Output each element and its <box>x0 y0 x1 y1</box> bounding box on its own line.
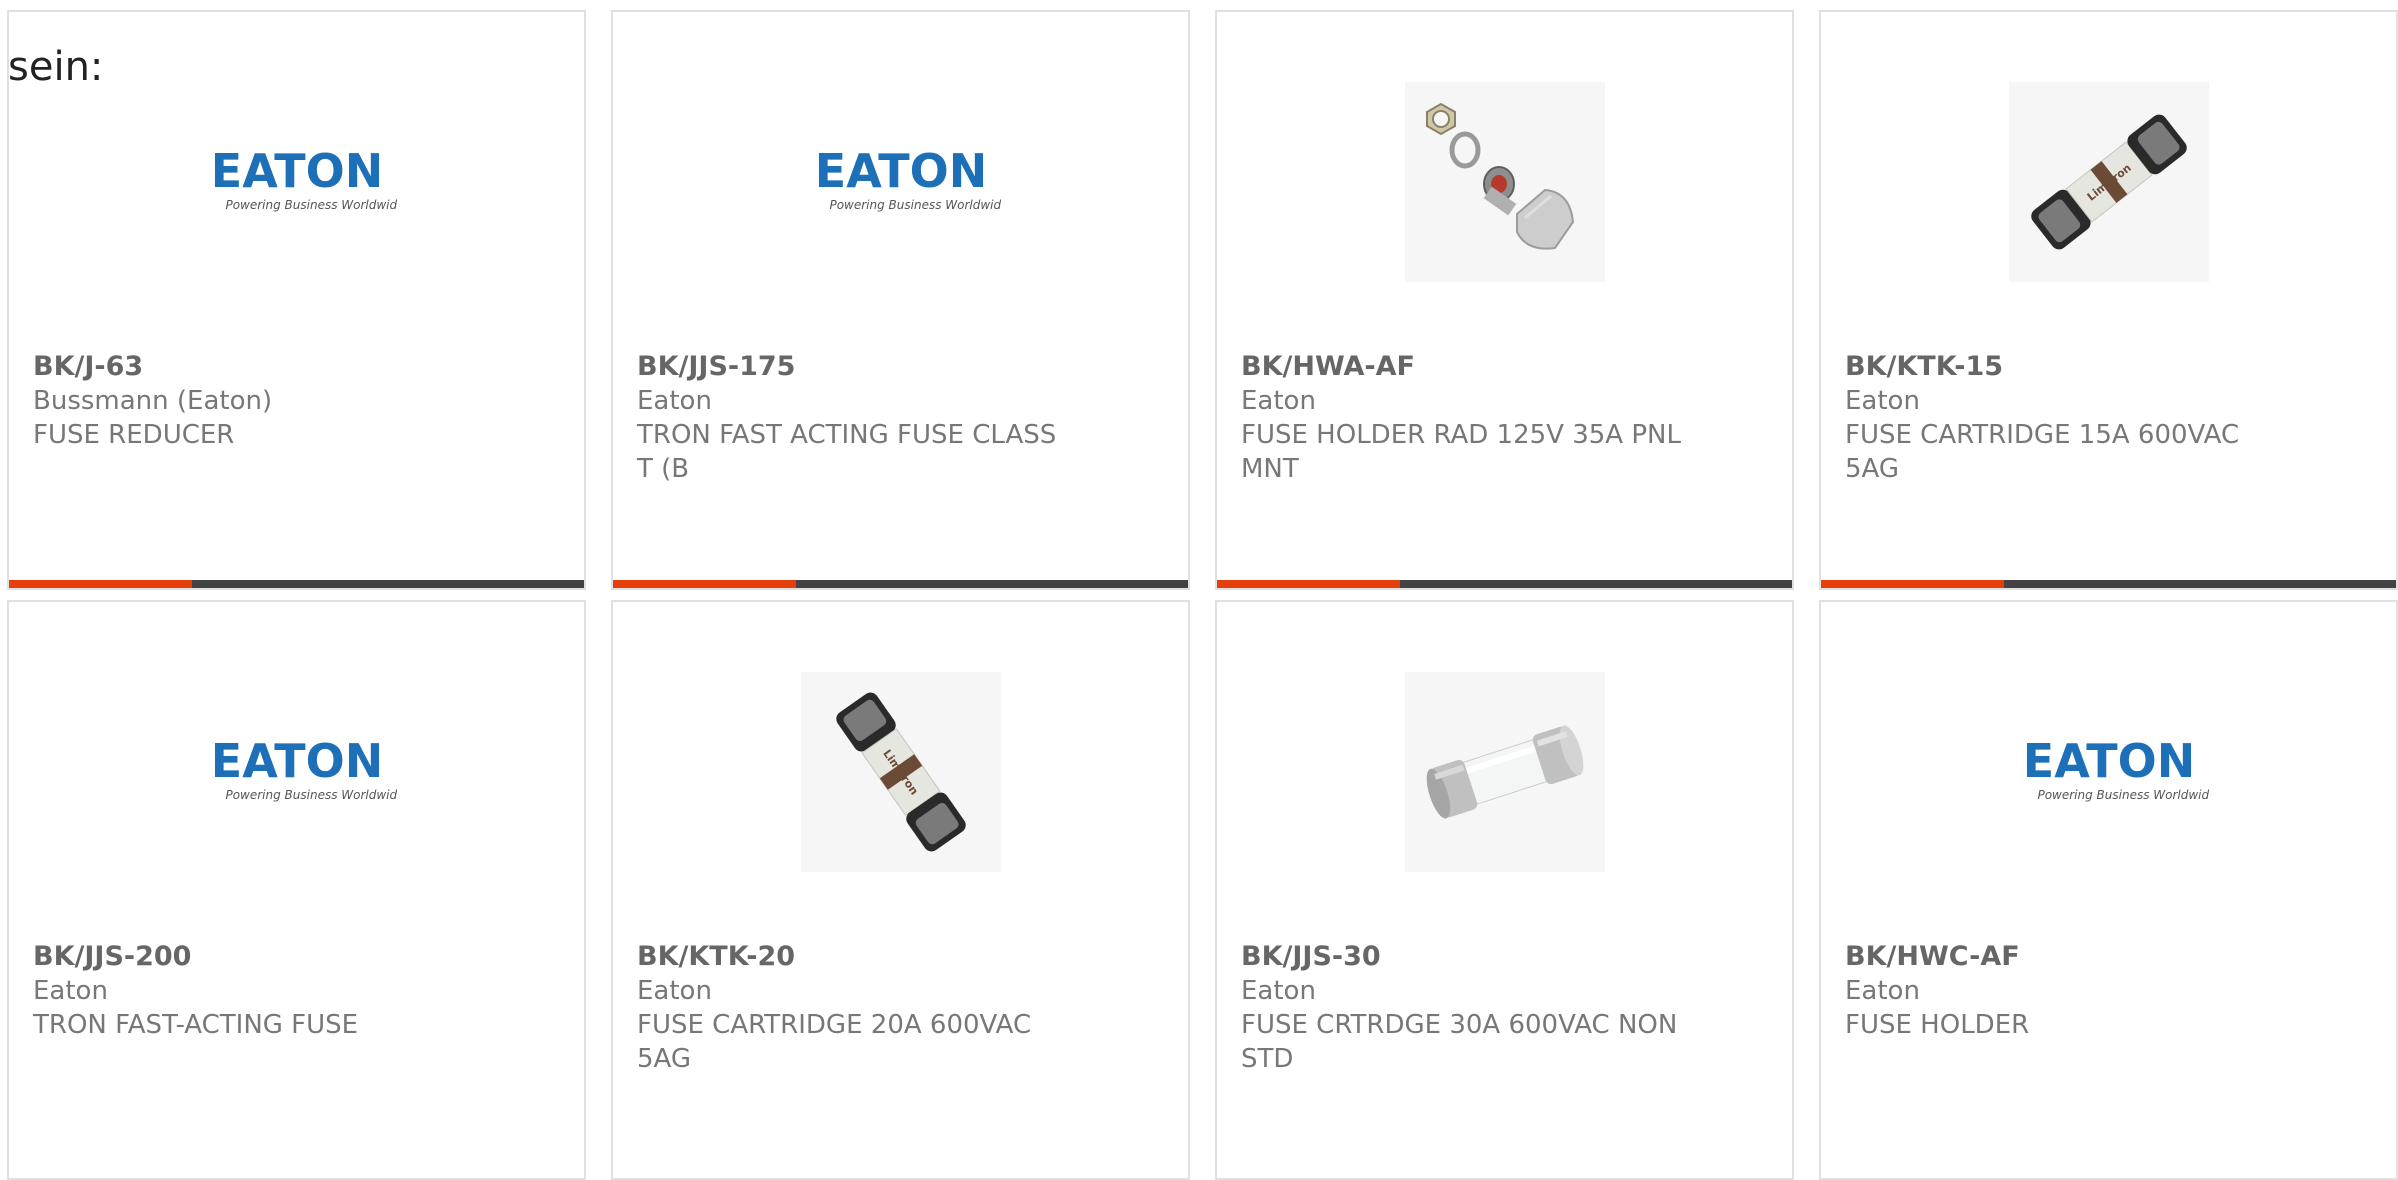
product-image[interactable]: EATON Powering Business Worldwide <box>187 672 407 872</box>
product-info: BK/KTK-15 Eaton FUSE CARTRIDGE 15A 600VA… <box>1845 350 2372 486</box>
product-description: TRON FAST ACTING FUSE CLASS T (B <box>637 420 1057 484</box>
product-description: FUSE CRTRDGE 30A 600VAC NON STD <box>1241 1010 1678 1074</box>
product-image[interactable]: EATON Powering Business Worldwide <box>791 82 1011 282</box>
part-number[interactable]: BK/JJS-175 <box>637 350 1164 384</box>
part-number[interactable]: BK/J-63 <box>33 350 560 384</box>
manufacturer: Eaton <box>1241 976 1316 1006</box>
product-card[interactable]: Limitron BK/KTK-15 Eaton FUSE CARTRIDGE … <box>1819 10 2398 590</box>
manufacturer: Eaton <box>637 976 712 1006</box>
card-bar <box>1217 580 1792 588</box>
eaton-logo-brand: EATON <box>210 737 382 788</box>
manufacturer: Eaton <box>33 976 108 1006</box>
product-image[interactable] <box>1395 672 1615 872</box>
product-info: BK/HWC-AF Eaton FUSE HOLDER <box>1845 940 2372 1042</box>
eaton-logo-tagline: Powering Business Worldwide <box>829 198 1001 212</box>
part-number[interactable]: BK/KTK-15 <box>1845 350 2372 384</box>
product-image[interactable]: EATON Powering Business Worldwide <box>1999 672 2219 872</box>
limitron-fuse-image: Limitron <box>2008 82 2209 282</box>
manufacturer: Eaton <box>637 386 712 416</box>
eaton-logo-tagline: Powering Business Worldwide <box>225 788 397 802</box>
eaton-logo-tagline: Powering Business Worldwide <box>2037 788 2209 802</box>
eaton-logo-brand: EATON <box>2022 737 2194 788</box>
product-info: BK/JJS-200 Eaton TRON FAST-ACTING FUSE <box>33 940 560 1042</box>
eaton-logo-brand: EATON <box>210 147 382 198</box>
product-description: FUSE HOLDER <box>1845 1010 2030 1040</box>
fuse-holder-parts-image <box>1404 82 1605 282</box>
eaton-logo: EATON Powering Business Worldwide <box>800 147 1001 217</box>
product-description: FUSE REDUCER <box>33 420 235 450</box>
eaton-logo: EATON Powering Business Worldwide <box>196 737 397 807</box>
part-number[interactable]: BK/JJS-30 <box>1241 940 1768 974</box>
product-description: TRON FAST-ACTING FUSE <box>33 1010 359 1040</box>
product-image[interactable] <box>1395 82 1615 282</box>
product-card[interactable]: EATON Powering Business Worldwide BK/JJS… <box>7 600 586 1180</box>
card-bar <box>1821 580 2396 588</box>
limitron-fuse-image: Limitron <box>800 672 1001 872</box>
product-card[interactable]: EATON Powering Business Worldwide BK/J-6… <box>7 10 586 590</box>
part-number[interactable]: BK/KTK-20 <box>637 940 1164 974</box>
eaton-logo-tagline: Powering Business Worldwide <box>225 198 397 212</box>
product-description: FUSE HOLDER RAD 125V 35A PNL MNT <box>1241 420 1681 484</box>
part-number[interactable]: BK/HWA-AF <box>1241 350 1768 384</box>
product-image[interactable]: Limitron <box>791 672 1011 872</box>
product-info: BK/HWA-AF Eaton FUSE HOLDER RAD 125V 35A… <box>1241 350 1768 486</box>
product-card[interactable]: Limitron BK/KTK-20 Eaton FUSE CARTRIDGE … <box>611 600 1190 1180</box>
product-card[interactable]: EATON Powering Business Worldwide BK/HWC… <box>1819 600 2398 1180</box>
product-description: FUSE CARTRIDGE 15A 600VAC 5AG <box>1845 420 2240 484</box>
product-card[interactable]: BK/JJS-30 Eaton FUSE CRTRDGE 30A 600VAC … <box>1215 600 1794 1180</box>
product-info: BK/KTK-20 Eaton FUSE CARTRIDGE 20A 600VA… <box>637 940 1164 1076</box>
product-info: BK/JJS-175 Eaton TRON FAST ACTING FUSE C… <box>637 350 1164 486</box>
product-description: FUSE CARTRIDGE 20A 600VAC 5AG <box>637 1010 1032 1074</box>
eaton-logo: EATON Powering Business Worldwide <box>2008 737 2209 807</box>
card-bar <box>613 580 1188 588</box>
product-card[interactable]: EATON Powering Business Worldwide BK/JJS… <box>611 10 1190 590</box>
product-card[interactable]: BK/HWA-AF Eaton FUSE HOLDER RAD 125V 35A… <box>1215 10 1794 590</box>
part-number[interactable]: BK/HWC-AF <box>1845 940 2372 974</box>
eaton-logo-brand: EATON <box>814 147 986 198</box>
lead-text: sein: <box>8 44 104 90</box>
card-bar-accent <box>1217 580 1400 588</box>
glass-cartridge-fuse-image <box>1404 672 1605 872</box>
card-bar <box>9 580 584 588</box>
product-image[interactable]: EATON Powering Business Worldwide <box>187 82 407 282</box>
manufacturer: Bussmann (Eaton) <box>33 386 273 416</box>
product-image[interactable]: Limitron <box>1999 82 2219 282</box>
part-number[interactable]: BK/JJS-200 <box>33 940 560 974</box>
manufacturer: Eaton <box>1241 386 1316 416</box>
eaton-logo: EATON Powering Business Worldwide <box>196 147 397 217</box>
card-bar-accent <box>613 580 796 588</box>
card-bar-accent <box>1821 580 2004 588</box>
card-bar-accent <box>9 580 192 588</box>
product-grid: EATON Powering Business Worldwide BK/J-6… <box>7 10 2398 1180</box>
manufacturer: Eaton <box>1845 386 1920 416</box>
manufacturer: Eaton <box>1845 976 1920 1006</box>
product-info: BK/JJS-30 Eaton FUSE CRTRDGE 30A 600VAC … <box>1241 940 1768 1076</box>
product-info: BK/J-63 Bussmann (Eaton) FUSE REDUCER <box>33 350 560 452</box>
